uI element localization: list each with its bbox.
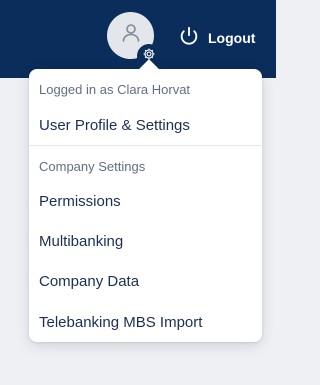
menu-item-user-profile-settings[interactable]: User Profile & Settings [39,117,190,134]
user-icon [119,21,143,50]
logout-label: Logout [208,30,256,46]
logout-button[interactable]: Logout [178,26,255,50]
menu-divider [29,145,262,146]
menu-item-telebanking-mbs-import[interactable]: Telebanking MBS Import [39,314,202,331]
menu-item-permissions[interactable]: Permissions [39,193,121,210]
menu-item-multibanking[interactable]: Multibanking [39,233,123,250]
top-navigation-bar: Logout [0,0,276,78]
logged-in-label: Logged in as Clara Horvat [39,82,191,97]
menu-item-company-data[interactable]: Company Data [39,273,139,290]
power-icon [178,25,200,52]
user-dropdown-menu: Logged in as Clara Horvat User Profile &… [29,59,262,342]
company-settings-label: Company Settings [39,159,146,174]
